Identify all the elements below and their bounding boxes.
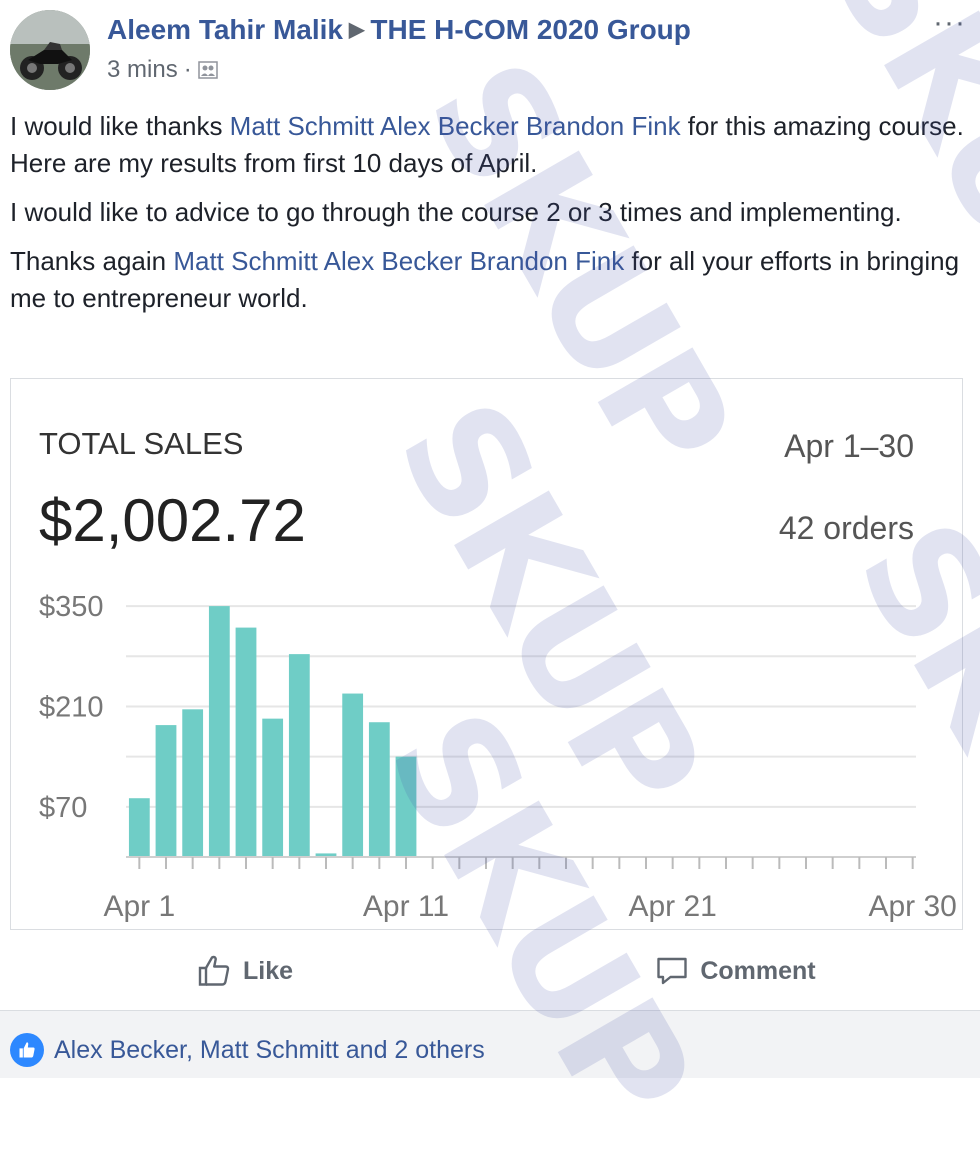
y-tick-label: $210 — [39, 691, 104, 723]
post-actions: Like Comment — [0, 945, 980, 997]
x-tick-label: Apr 1 — [103, 890, 175, 923]
mention-link[interactable]: Alex Becker — [380, 111, 519, 141]
reactions-summary[interactable]: Alex Becker, Matt Schmitt and 2 others — [10, 1033, 485, 1067]
more-options-icon[interactable]: ··· — [933, 6, 966, 40]
chart-bar — [368, 722, 390, 857]
paragraph-2: I would like to advice to go through the… — [10, 197, 902, 227]
chart-bar — [235, 627, 257, 857]
arrow-right-icon: ▶ — [349, 19, 365, 41]
chart-bar — [342, 693, 364, 857]
x-tick-label: Apr 11 — [363, 890, 449, 923]
paragraph-3: Thanks again Matt Schmitt Alex Becker Br… — [10, 246, 960, 313]
comment-label: Comment — [700, 956, 816, 985]
mention-link[interactable]: Alex Becker — [324, 246, 463, 276]
like-reaction-icon — [10, 1033, 44, 1067]
meta-separator: · — [183, 56, 192, 83]
comment-icon — [657, 957, 688, 985]
mention-link[interactable]: Brandon Fink — [470, 246, 625, 276]
like-button[interactable]: Like — [0, 945, 490, 997]
chart-bar — [182, 709, 204, 857]
paragraph-1: I would like thanks Matt Schmitt Alex Be… — [10, 111, 964, 178]
x-tick-label: Apr 30 — [868, 890, 956, 923]
chart-bar — [208, 606, 230, 857]
sales-chart: TOTAL SALES $2,002.72 Apr 1–30 42 orders $35… — [39, 426, 957, 923]
chart-title: TOTAL SALES — [39, 426, 243, 461]
thumbs-up-icon — [198, 955, 230, 986]
chart-bar — [155, 725, 177, 857]
mention-link[interactable]: Matt Schmitt — [173, 246, 317, 276]
y-tick-label: $350 — [39, 591, 104, 623]
chart-bar — [288, 654, 310, 857]
group-audience-icon — [197, 61, 218, 79]
post-meta: 3 mins · — [107, 56, 218, 84]
chart-bar — [395, 756, 417, 857]
mention-link[interactable]: Matt Schmitt — [230, 111, 374, 141]
like-label: Like — [242, 956, 294, 985]
group-name[interactable]: THE H-COM 2020 Group — [370, 14, 690, 45]
sales-chart-image[interactable]: TOTAL SALES $2,002.72 Apr 1–30 42 orders $35… — [10, 378, 963, 930]
author-name[interactable]: Aleem Tahir Malik — [107, 14, 343, 45]
post-header: Aleem Tahir Malik ▶ THE H-COM 2020 Group — [107, 14, 691, 46]
x-tick-label: Apr 21 — [628, 890, 716, 923]
chart-date-range: Apr 1–30 — [784, 428, 914, 464]
chart-bar — [128, 798, 150, 857]
post-time[interactable]: 3 mins — [107, 56, 178, 84]
y-tick-label: $70 — [39, 792, 87, 824]
reactions-text: Alex Becker, Matt Schmitt and 2 others — [54, 1035, 485, 1064]
chart-orders: 42 orders — [779, 510, 914, 546]
chart-total: $2,002.72 — [39, 487, 306, 554]
comment-button[interactable]: Comment — [490, 945, 980, 997]
chart-bar — [262, 718, 284, 857]
author-avatar[interactable] — [10, 10, 90, 90]
post-body: I would like thanks Matt Schmitt Alex Be… — [10, 108, 970, 329]
mention-link[interactable]: Brandon Fink — [526, 111, 681, 141]
